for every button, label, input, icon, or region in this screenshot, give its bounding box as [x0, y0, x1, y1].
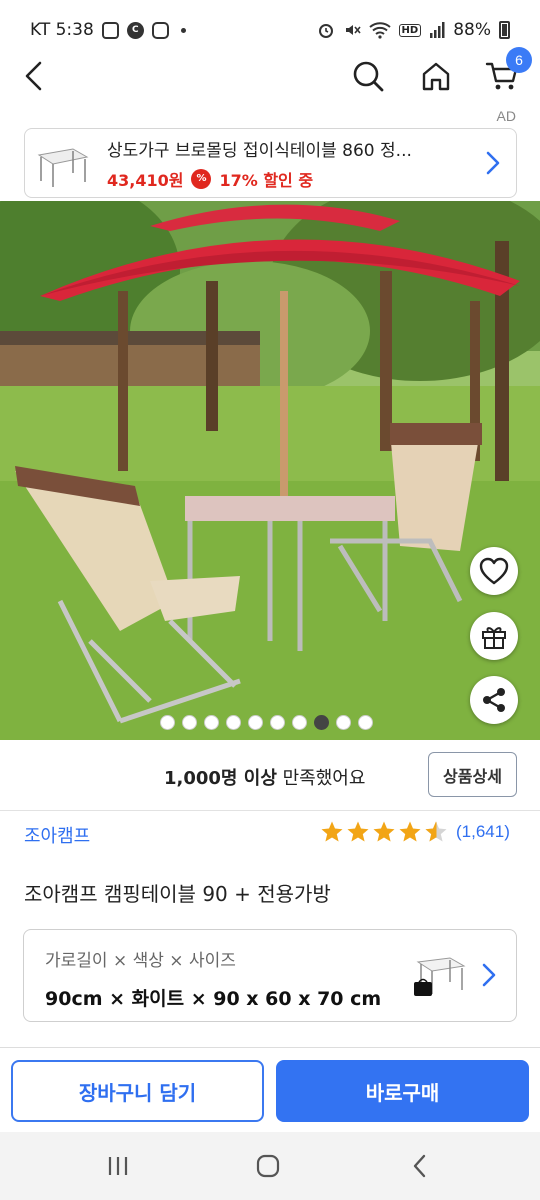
product-photo: [0, 201, 540, 740]
buy-now-button[interactable]: 바로구매: [276, 1060, 529, 1122]
back-arrow-icon: [25, 61, 42, 91]
carousel-dot[interactable]: [182, 715, 197, 730]
carousel-dot[interactable]: [248, 715, 263, 730]
product-title: 조아캠프 캠핑테이블 90 + 전용가방: [24, 882, 331, 906]
signal-icon: [430, 22, 445, 38]
brand-link[interactable]: 조아캠프: [24, 822, 90, 848]
review-count[interactable]: (1,641): [456, 822, 510, 842]
battery-percent: 88%: [453, 20, 491, 40]
wifi-icon: [368, 22, 391, 39]
ad-price: 43,410원: [107, 170, 184, 190]
top-nav: 6: [0, 47, 540, 104]
home-icon: [422, 62, 450, 91]
gift-icon: [482, 627, 506, 649]
star-full-icon: [347, 821, 369, 842]
carousel-dot-active[interactable]: [314, 715, 329, 730]
home-circle-icon: [256, 1154, 280, 1178]
search-icon: [353, 61, 384, 92]
option-selector[interactable]: 가로길이 × 색상 × 사이즈 90cm × 화이트 × 90 x 60 x 7…: [23, 929, 517, 1022]
carousel-dots: [160, 715, 373, 730]
purchase-action-bar: 장바구니 담기 바로구매: [0, 1047, 540, 1132]
carousel-dot[interactable]: [160, 715, 175, 730]
back-button[interactable]: [14, 56, 54, 96]
add-to-cart-button[interactable]: 장바구니 담기: [11, 1060, 264, 1122]
discount-badge-icon: %: [191, 168, 212, 189]
mute-icon: [345, 25, 361, 35]
notification-dot: [180, 27, 186, 33]
option-value: 90cm × 화이트 × 90 x 60 x 70 cm: [45, 988, 382, 1010]
heart-icon: [479, 557, 509, 585]
wishlist-button[interactable]: [470, 547, 518, 595]
star-full-icon: [399, 821, 421, 842]
c-icon: C: [126, 21, 144, 39]
chevron-right-icon: [486, 151, 500, 175]
system-navigation-bar: [0, 1132, 540, 1200]
ad-discount: 17% 할인 중: [219, 170, 314, 190]
star-half-icon: [425, 821, 447, 842]
cart-count-badge: 6: [506, 47, 532, 73]
chevron-right-icon: [482, 963, 496, 987]
back-chevron-icon: [413, 1154, 426, 1178]
product-detail-button[interactable]: 상품상세: [428, 752, 517, 797]
satisfaction-label: 만족했어요: [276, 768, 366, 789]
rating-stars[interactable]: (1,641): [320, 820, 510, 844]
gallery-icon: [101, 21, 119, 39]
carousel-dot[interactable]: [204, 715, 219, 730]
recent-apps-icon: [108, 1157, 128, 1175]
recent-apps-button[interactable]: [100, 1150, 136, 1182]
ad-label: AD: [496, 108, 516, 124]
ad-title: 상도가구 브로몰딩 접이식테이블 860 정...: [107, 140, 412, 161]
carousel-dot[interactable]: [226, 715, 241, 730]
carousel-dot[interactable]: [336, 715, 351, 730]
system-back-button[interactable]: [402, 1150, 438, 1182]
satisfaction-text: 1,000명 이상 만족했어요: [164, 764, 365, 790]
alarm-icon: [318, 24, 333, 38]
hd-icon: HD: [398, 23, 422, 37]
share-icon: [483, 688, 505, 712]
product-image-carousel[interactable]: [0, 201, 540, 740]
battery-icon: [499, 21, 510, 39]
instagram-icon: [151, 21, 169, 39]
carrier-time: KT 5:38: [30, 20, 94, 40]
ad-banner[interactable]: 상도가구 브로몰딩 접이식테이블 860 정... 43,410원 % 17% …: [24, 128, 517, 198]
satisfaction-count: 1,000명 이상: [164, 768, 277, 789]
ad-product-thumbnail: [33, 137, 91, 189]
divider: [0, 810, 540, 811]
gift-button[interactable]: [470, 612, 518, 660]
home-system-button[interactable]: [250, 1150, 286, 1182]
option-thumbnail: [414, 957, 466, 996]
star-full-icon: [373, 821, 395, 842]
carousel-dot[interactable]: [292, 715, 307, 730]
carousel-dot[interactable]: [358, 715, 373, 730]
cart-button[interactable]: 6: [482, 47, 532, 96]
option-label: 가로길이 × 색상 × 사이즈: [45, 951, 236, 971]
share-button[interactable]: [470, 676, 518, 724]
carousel-dot[interactable]: [270, 715, 285, 730]
home-button[interactable]: [416, 56, 456, 96]
star-full-icon: [321, 821, 343, 842]
search-button[interactable]: [348, 56, 388, 96]
